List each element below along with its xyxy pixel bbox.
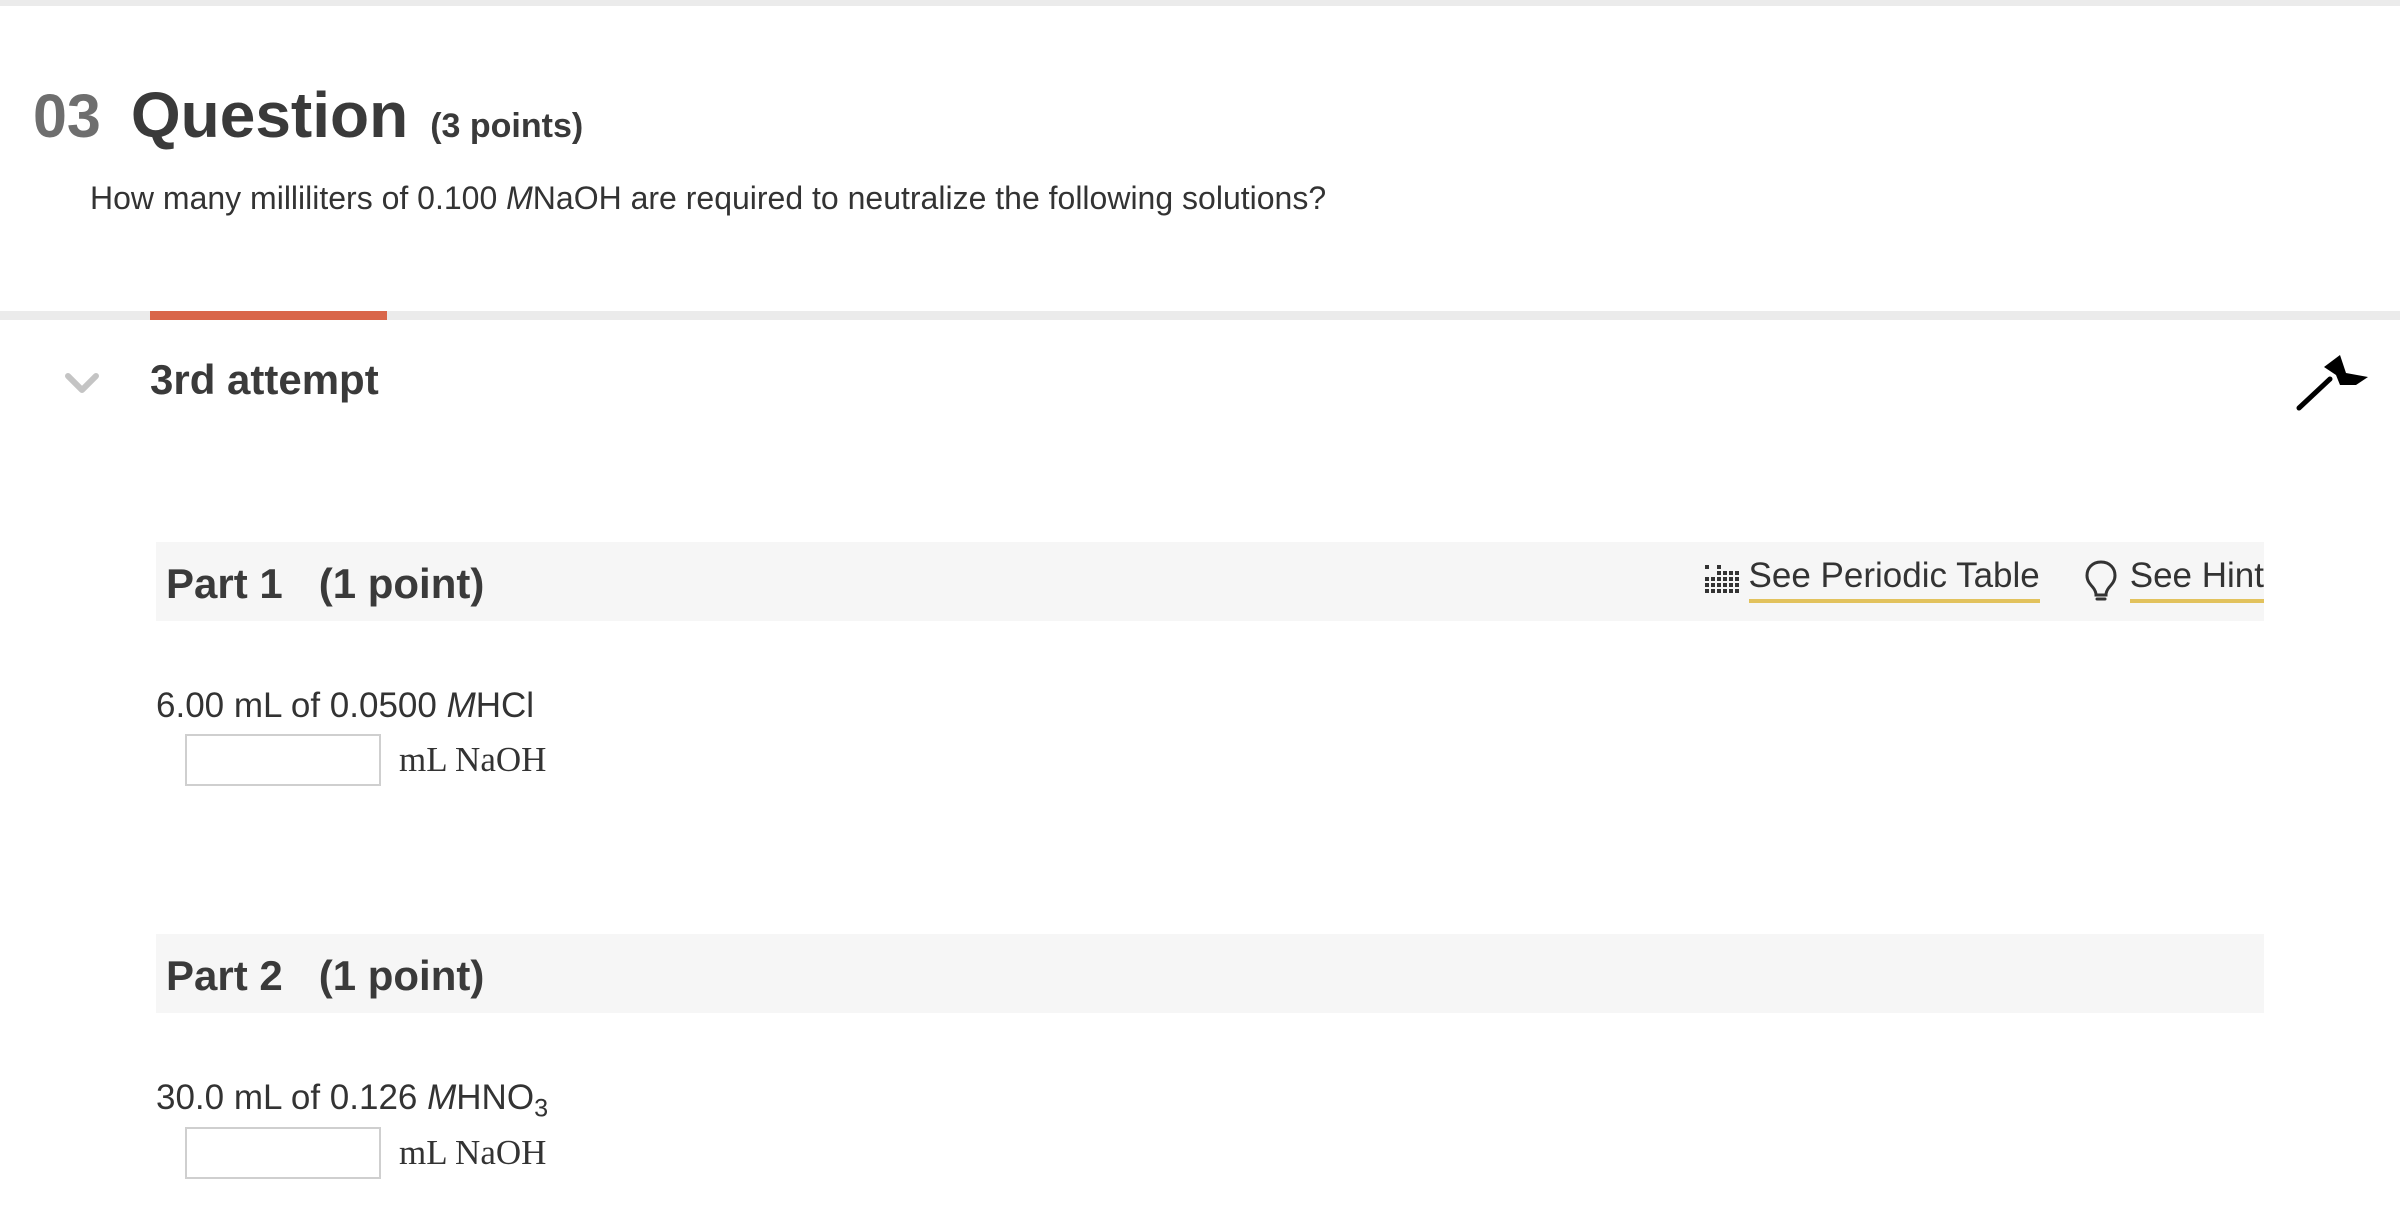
part-2-prompt-end: HNO (456, 1078, 535, 1117)
lightbulb-icon (2085, 559, 2117, 600)
part-2-unit: mL NaOH (399, 1133, 547, 1172)
attempt-title: 3rd attempt (150, 356, 379, 403)
part-1-prompt-end: HCl (475, 686, 535, 725)
part-tools: See Periodic Table See Hint (1703, 556, 2264, 603)
part-2-header: Part 2 (1 point) (156, 934, 2264, 1013)
part-1-unit: mL NaOH (399, 740, 547, 779)
see-periodic-table-link[interactable]: See Periodic Table (1748, 556, 2040, 603)
part-1-answer-row: mL NaOH (185, 734, 546, 786)
molarity-symbol: M (506, 180, 533, 216)
part-1-label: Part 1 (166, 560, 283, 607)
flag-icon[interactable] (2296, 355, 2372, 411)
part-2-prompt: 30.0 mL of 0.126 MHNO3 (156, 1078, 548, 1124)
part-1-title: Part 1 (1 point) (166, 560, 484, 608)
prompt-text-start: How many milliliters of 0.100 (90, 180, 507, 216)
question-title: Question (130, 79, 409, 151)
see-hint-link[interactable]: See Hint (2129, 556, 2264, 603)
periodic-table-icon (1704, 564, 1739, 593)
part-1-points: (1 point) (318, 560, 485, 607)
question-number: 03 (33, 82, 101, 150)
question-points: (3 points) (430, 107, 584, 145)
part-1-answer-input[interactable] (185, 734, 381, 786)
part-2-title: Part 2 (1 point) (166, 952, 484, 1000)
chevron-down-icon[interactable] (62, 362, 102, 402)
part-2-prompt-start: 30.0 mL of 0.126 (156, 1078, 428, 1117)
question-prompt: How many milliliters of 0.100 MNaOH are … (90, 180, 1326, 217)
part-1-prompt: 6.00 mL of 0.0500 MHCl (156, 686, 534, 726)
part-1-prompt-start: 6.00 mL of 0.0500 (156, 686, 447, 725)
attempt-accent-bar (150, 311, 387, 320)
part-1-header: Part 1 (1 point) See Periodic Table See … (156, 542, 2264, 621)
part-1-molarity-symbol: M (446, 686, 476, 725)
prompt-text-end: NaOH are required to neutralize the foll… (532, 180, 1327, 216)
part-2-label: Part 2 (166, 952, 283, 999)
top-divider (0, 0, 2400, 6)
part-2-points: (1 point) (318, 952, 485, 999)
part-2-subscript: 3 (534, 1094, 549, 1123)
part-2-answer-row: mL NaOH (185, 1127, 546, 1179)
part-2-molarity-symbol: M (427, 1078, 457, 1117)
part-2-answer-input[interactable] (185, 1127, 381, 1179)
question-header: 03 Question (3 points) (33, 78, 583, 152)
